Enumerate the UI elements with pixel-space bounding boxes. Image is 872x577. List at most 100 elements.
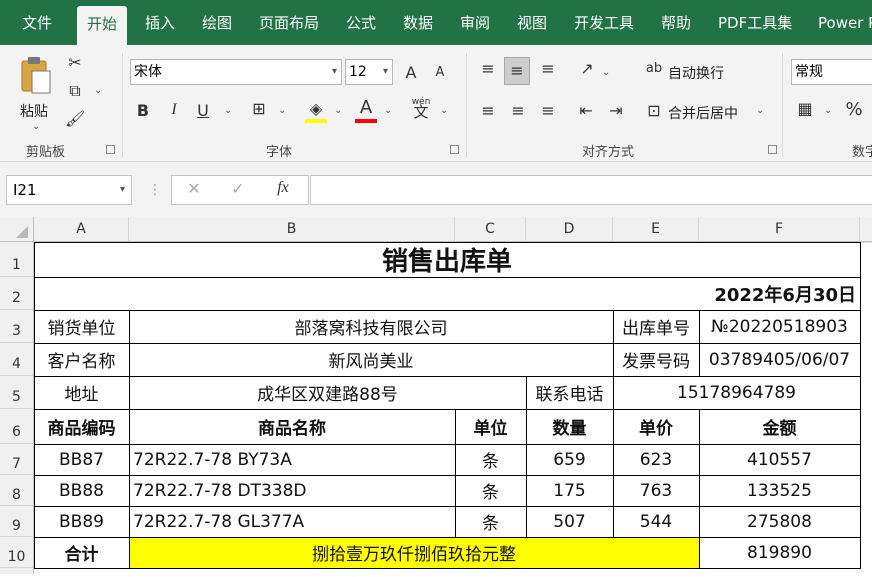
item-amount-cell[interactable]: 133525 [699, 475, 860, 506]
increase-indent-icon[interactable]: ⇥ [606, 101, 626, 120]
font-color-button[interactable]: A [354, 97, 378, 125]
align-bottom-icon[interactable]: ≡ [538, 59, 558, 78]
item-unit-cell[interactable]: 条 [455, 506, 526, 537]
font-launcher-icon[interactable] [450, 145, 459, 154]
tab-help[interactable]: 帮助 [661, 0, 691, 45]
item-unit-cell[interactable]: 条 [455, 475, 526, 506]
tab-home[interactable]: 开始 [77, 6, 128, 45]
align-center-icon[interactable]: ≡ [508, 101, 528, 120]
row-header-10[interactable]: 10 [0, 537, 34, 568]
header-code[interactable]: 商品编码 [34, 409, 129, 444]
total-words[interactable]: 捌拾壹万玖仟捌佰玖拾元整 [129, 537, 699, 568]
tab-data[interactable]: 数据 [403, 0, 433, 45]
font-name-select[interactable]: 宋体 ▾ [130, 59, 342, 85]
row-header-3[interactable]: 3 [0, 310, 34, 343]
tab-page-layout[interactable]: 页面布局 [259, 0, 319, 45]
border-icon[interactable]: ⊞ [248, 99, 270, 118]
tab-file[interactable]: 文件 [22, 0, 52, 45]
sheet-date[interactable]: 2022年6月30日 [34, 277, 860, 310]
invoice-label[interactable]: 发票号码 [613, 343, 699, 376]
merge-center-icon[interactable]: ⊡ [644, 101, 664, 120]
name-box[interactable]: I21 ▾ [6, 175, 132, 205]
order-no-label[interactable]: 出库单号 [613, 310, 699, 343]
total-label[interactable]: 合计 [34, 537, 129, 568]
item-qty-cell[interactable]: 659 [526, 444, 613, 475]
item-qty-cell[interactable]: 507 [526, 506, 613, 537]
item-name-cell[interactable]: 72R22.7-78 BY73A [129, 444, 455, 475]
underline-button[interactable]: U [194, 101, 212, 120]
item-price-cell[interactable]: 544 [613, 506, 699, 537]
merge-center-button[interactable]: 合并后居中 [668, 103, 738, 123]
column-header-b[interactable]: B [129, 217, 455, 242]
paste-button[interactable]: 粘贴 ⌄ [14, 53, 58, 133]
invoice-value[interactable]: 03789405/06/07 [699, 343, 860, 376]
increase-font-icon[interactable]: A [402, 63, 420, 82]
wrap-text-icon[interactable]: ab [644, 61, 664, 76]
header-unit[interactable]: 单位 [455, 409, 526, 444]
enter-icon[interactable]: ✓ [228, 179, 248, 198]
row-header-9[interactable]: 9 [0, 506, 34, 537]
select-all-corner[interactable] [0, 217, 34, 242]
bold-button[interactable]: B [134, 101, 152, 120]
format-painter-icon[interactable]: 🖌 [65, 109, 85, 128]
font-color-dropdown-icon[interactable]: ⌄ [384, 105, 392, 116]
wrap-text-button[interactable]: 自动换行 [668, 63, 724, 83]
tab-formulas[interactable]: 公式 [346, 0, 376, 45]
align-left-icon[interactable]: ≡ [478, 101, 498, 120]
item-amount-cell[interactable]: 410557 [699, 444, 860, 475]
column-header-a[interactable]: A [34, 217, 129, 242]
orientation-icon[interactable]: ↗ [576, 59, 598, 78]
tab-pdf-tools[interactable]: PDF工具集 [718, 0, 792, 45]
paste-dropdown-icon[interactable]: ⌄ [32, 121, 40, 132]
cut-icon[interactable]: ✂ [65, 53, 85, 72]
decrease-font-icon[interactable]: A [431, 65, 449, 80]
header-price[interactable]: 单价 [613, 409, 699, 444]
item-amount-cell[interactable]: 275808 [699, 506, 860, 537]
row-header-1[interactable]: 1 [0, 242, 34, 277]
row-header-6[interactable]: 6 [0, 409, 34, 444]
header-name[interactable]: 商品名称 [129, 409, 455, 444]
accounting-dropdown-icon[interactable]: ⌄ [824, 105, 832, 116]
fill-dropdown-icon[interactable]: ⌄ [334, 105, 342, 116]
row-header-7[interactable]: 7 [0, 444, 34, 475]
accounting-format-icon[interactable]: ▦ [794, 99, 816, 118]
item-code-cell[interactable]: BB87 [34, 444, 129, 475]
customer-label[interactable]: 客户名称 [34, 343, 129, 376]
align-middle-icon[interactable]: ≡ [504, 57, 530, 85]
border-dropdown-icon[interactable]: ⌄ [278, 105, 286, 116]
percent-button[interactable]: % [844, 99, 864, 120]
copy-icon[interactable]: ⧉ [65, 81, 85, 101]
tab-review[interactable]: 审阅 [460, 0, 490, 45]
item-name-cell[interactable]: 72R22.7-78 GL377A [129, 506, 455, 537]
decrease-indent-icon[interactable]: ⇤ [576, 101, 596, 120]
underline-dropdown-icon[interactable]: ⌄ [224, 105, 232, 116]
align-right-icon[interactable]: ≡ [538, 101, 558, 120]
item-price-cell[interactable]: 623 [613, 444, 699, 475]
phone-label[interactable]: 联系电话 [526, 376, 613, 409]
cancel-icon[interactable]: ✕ [184, 179, 204, 198]
address-label[interactable]: 地址 [34, 376, 129, 409]
header-amount[interactable]: 金额 [699, 409, 860, 444]
alignment-launcher-icon[interactable] [768, 145, 777, 154]
clipboard-launcher-icon[interactable] [106, 145, 115, 154]
column-header-f[interactable]: F [699, 217, 860, 242]
order-no-value[interactable]: №20220518903 [699, 310, 860, 343]
row-header-11[interactable] [0, 568, 34, 574]
align-top-icon[interactable]: ≡ [478, 59, 498, 78]
row-header-2[interactable]: 2 [0, 277, 34, 310]
item-code-cell[interactable]: BB88 [34, 475, 129, 506]
customer-value[interactable]: 新风尚美业 [129, 343, 613, 376]
formula-input[interactable] [310, 175, 872, 205]
header-qty[interactable]: 数量 [526, 409, 613, 444]
tab-developer[interactable]: 开发工具 [574, 0, 634, 45]
address-value[interactable]: 成华区双建路88号 [129, 376, 526, 409]
seller-label[interactable]: 销货单位 [34, 310, 129, 343]
tab-insert[interactable]: 插入 [145, 0, 175, 45]
font-size-select[interactable]: 12 ▾ [345, 59, 393, 85]
italic-button[interactable]: I [165, 101, 183, 119]
column-header-g[interactable] [860, 217, 872, 242]
column-header-e[interactable]: E [613, 217, 699, 242]
total-amount[interactable]: 819890 [699, 537, 860, 568]
column-header-d[interactable]: D [526, 217, 613, 242]
copy-dropdown-icon[interactable]: ⌄ [94, 85, 102, 96]
